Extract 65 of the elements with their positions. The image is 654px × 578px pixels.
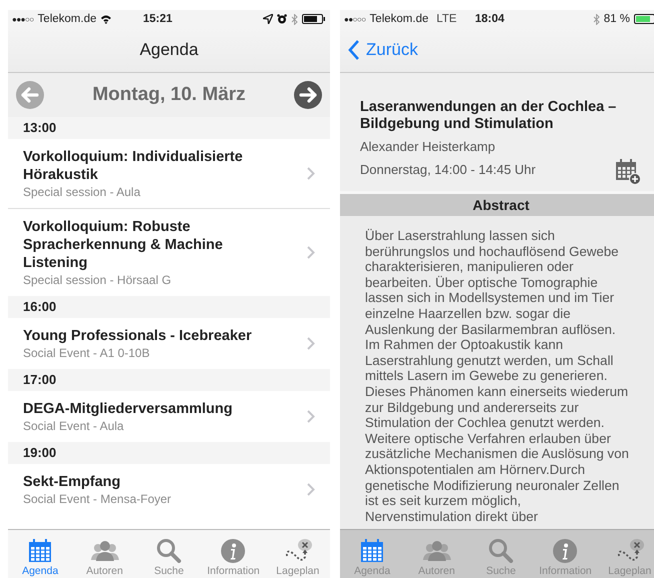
back-button[interactable]: Zurück — [348, 40, 418, 60]
session-title: Sekt-Empfang — [23, 473, 122, 491]
route-map-icon — [616, 538, 644, 563]
status-time: 15:21 — [143, 13, 172, 25]
info-icon — [551, 538, 580, 563]
date-title: Montag, 10. März — [92, 84, 246, 106]
route-map-icon — [284, 538, 312, 563]
add-to-calendar-icon[interactable] — [615, 158, 642, 185]
tab-button[interactable]: Autoren — [406, 538, 468, 577]
session-title: Vorkolloquium: Individualisierte Hörakustik — [23, 148, 244, 184]
info-icon — [219, 538, 248, 563]
chevron-icon — [307, 246, 315, 259]
search-icon — [154, 538, 183, 563]
carrier-name: Telekom.de — [370, 13, 428, 25]
bluetooth-icon — [592, 14, 600, 24]
tab-button[interactable]: Information — [534, 538, 596, 577]
signal-dots: ●●●○○ — [12, 14, 34, 24]
battery-percent: 81 % — [604, 13, 630, 25]
abstract-heading: Abstract — [472, 197, 530, 213]
network-type: LTE — [436, 13, 457, 25]
people-icon — [90, 538, 119, 563]
carrier-name: Telekom.de — [38, 13, 96, 25]
session-location: Social Event - Mensa-Foyer — [23, 492, 172, 506]
chevron-icon — [307, 483, 315, 496]
tab-button[interactable]: Suche — [470, 538, 532, 577]
people-icon — [422, 538, 451, 563]
chevron-icon — [307, 410, 315, 423]
session-row[interactable]: Vorkolloquium: Robuste Spracherkennung & Machine Listening Special session - Hörsaal G — [8, 209, 330, 296]
chevron-icon — [307, 167, 315, 180]
talk-time: Donnerstag, 14:00 - 14:45 Uhr — [360, 162, 536, 177]
location-arrow-icon — [263, 14, 273, 24]
session-title: Young Professionals - Icebreaker — [23, 327, 252, 345]
signal-dots: ●●○○○ — [344, 14, 366, 24]
abstract-text: Über Laserstrahlung lassen sich berührungslos und hochauflösend Gewebe charakterisieren, manipulieren oder bearbeiten. Über optische Tomographie lassen sich in Modellsystemen und im Tier einzelne Haarzellen bzw. sogar die Auslenkung der Basilarmembran auflösen. Im Rahmen der Optoakustik kann Laserstrahlung genutzt werden, um Schall mittels Lasern im Gewebe zu generieren. Dieses Phänomen kann einerseits wiederum zur Bildgebung und andererseits zur Stimulation der Cochlea genutzt werden. Weitere optische Verfahren erlauben über zusätzliche Mechanismen die Auslösung von Aktionspotentialen am Hörnerv.Durch genetische Modifizierung neuronaler Zellen ist es seit kurzem möglich, Nervenstimulation direkt über — [365, 228, 629, 524]
time-label: 19:00 — [23, 445, 56, 460]
speaker-name: Alexander Heisterkamp — [360, 139, 496, 154]
session-title: DEGA-Mitgliederversammlung — [23, 400, 232, 418]
session-location: Special session - Aula — [23, 185, 142, 199]
screen-title: Agenda — [140, 40, 198, 60]
time-label: 13:00 — [23, 120, 56, 135]
next-day-button[interactable] — [294, 81, 322, 109]
alarm-clock-icon — [277, 14, 287, 24]
status-time: 18:04 — [475, 13, 504, 25]
session-row[interactable]: Young Professionals - Icebreaker Social Event - A1 0-10B — [8, 318, 330, 369]
tab-button[interactable]: Agenda — [341, 538, 404, 577]
session-location: Social Event - Aula — [23, 419, 125, 433]
tab-button[interactable]: Suche — [138, 538, 200, 577]
tab-button[interactable]: Agenda — [9, 538, 72, 577]
talk-title: Laseranwendungen an der Cochlea – Bildgebung und Stimulation — [360, 99, 618, 133]
tab-button[interactable]: Autoren — [74, 538, 136, 577]
session-row[interactable]: Sekt-Empfang Social Event - Mensa-Foyer — [8, 464, 330, 515]
back-chevron-icon — [348, 40, 360, 60]
wifi-icon — [100, 14, 112, 24]
tab-button[interactable]: Lageplan — [266, 538, 329, 577]
session-row[interactable]: DEGA-Mitgliederversammlung Social Event - Aula — [8, 391, 330, 442]
bluetooth-icon — [291, 14, 298, 24]
time-label: 16:00 — [23, 299, 56, 314]
session-location: Special session - Hörsaal G — [23, 273, 172, 287]
tab-button[interactable]: Information — [202, 538, 264, 577]
tab-button[interactable]: Lageplan — [598, 538, 654, 577]
session-location: Social Event - A1 0-10B — [23, 346, 151, 360]
time-label: 17:00 — [23, 372, 56, 387]
search-icon — [486, 538, 515, 563]
chevron-icon — [307, 337, 315, 350]
session-title: Vorkolloquium: Robuste Spracherkennung & Machine Listening — [23, 218, 224, 272]
